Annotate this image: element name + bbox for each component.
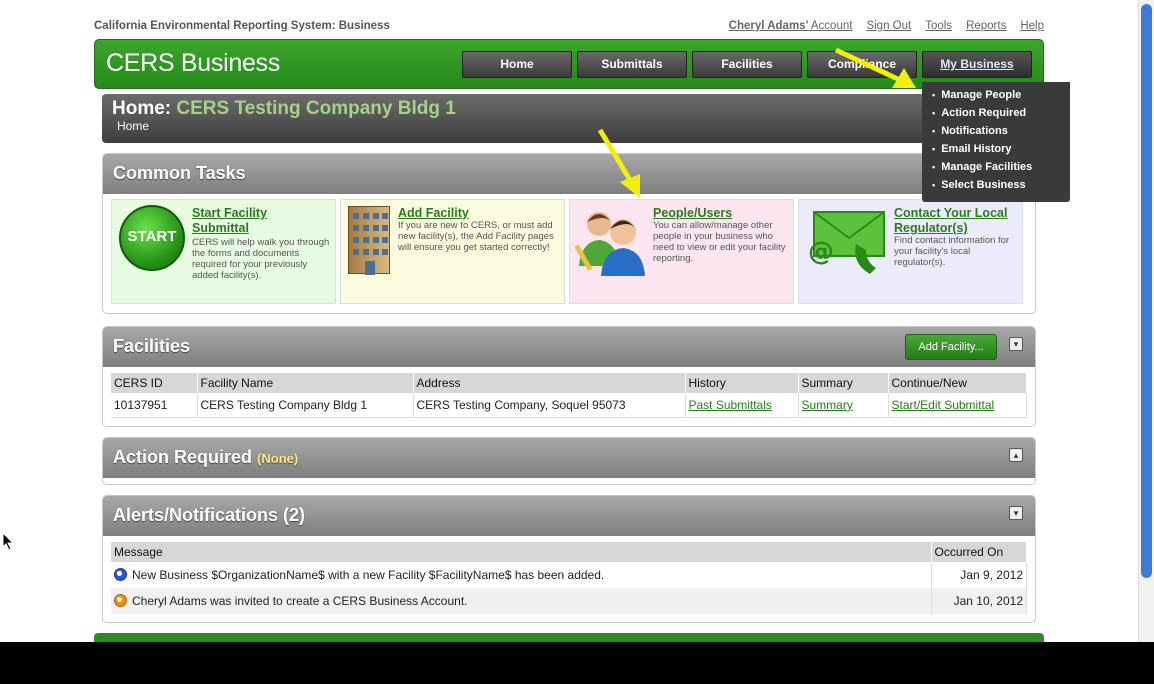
col-message[interactable]: Message	[111, 542, 932, 562]
brand-logo: CERS Business	[106, 49, 280, 77]
alerts-panel: Alerts/Notifications (2) ▾ Message Occur…	[102, 495, 1036, 623]
building-icon	[348, 206, 390, 275]
nav-my-business[interactable]: My Business	[922, 51, 1032, 78]
account-link[interactable]: Cheryl Adams' Account	[729, 20, 853, 32]
page-title: Home: CERS Testing Company Bldg 1	[112, 98, 456, 119]
annotation-arrow-icon	[597, 128, 640, 198]
facilities-panel: Facilities Add Facility... ▾ CERS ID Fac…	[102, 326, 1036, 427]
alert-date: Jan 10, 2012	[931, 588, 1027, 614]
action-required-header: Action Required (None) ▴	[103, 438, 1035, 478]
table-row: 10137951 CERS Testing Company Bldg 1 CER…	[111, 393, 1027, 417]
envelope-phone-icon: @	[808, 211, 885, 274]
tools-link[interactable]: Tools	[925, 20, 952, 32]
nav-facilities[interactable]: Facilities	[692, 51, 802, 78]
menu-item-email-history[interactable]: Email History	[932, 140, 1070, 158]
task-card-people-users[interactable]: People/Users You can allow/manage other …	[569, 199, 794, 304]
summary-link[interactable]: Summary	[802, 398, 853, 412]
task-desc: CERS will help walk you through the form…	[192, 237, 330, 281]
col-facility-name[interactable]: Facility Name	[197, 373, 414, 393]
svg-text:@: @	[808, 237, 834, 267]
table-header-row: CERS ID Facility Name Address History Su…	[111, 373, 1027, 393]
menu-item-manage-facilities[interactable]: Manage Facilities	[932, 158, 1070, 176]
alerts-table: Message Occurred On New Business $Organi…	[111, 542, 1027, 614]
col-history: History	[685, 373, 799, 393]
facilities-table: CERS ID Facility Name Address History Su…	[111, 373, 1027, 418]
warning-dot-icon	[114, 594, 127, 607]
table-header-row: Message Occurred On	[111, 542, 1027, 562]
start-badge-label: START	[127, 228, 177, 245]
menu-item-select-business[interactable]: Select Business	[932, 176, 1070, 194]
col-cers-id[interactable]: CERS ID	[111, 373, 198, 393]
task-card-start-submittal[interactable]: START Start Facility Submittal CERS will…	[111, 199, 336, 304]
nav-home[interactable]: Home	[462, 51, 572, 78]
task-title[interactable]: Contact Your Local Regulator(s)	[894, 206, 1019, 236]
table-row: New Business $OrganizationName$ with a n…	[111, 562, 1027, 588]
past-submittals-link[interactable]: Past Submittals	[689, 398, 772, 412]
table-row: Cheryl Adams was invited to create a CER…	[111, 588, 1027, 614]
action-required-panel: Action Required (None) ▴	[102, 437, 1036, 485]
menu-item-action-required[interactable]: Action Required	[932, 104, 1070, 122]
sign-out-link[interactable]: Sign Out	[866, 20, 911, 32]
reports-link[interactable]: Reports	[966, 20, 1006, 32]
alert-message: Cheryl Adams was invited to create a CER…	[132, 594, 468, 608]
col-continue-new: Continue/New	[888, 373, 1027, 393]
cell-address: CERS Testing Company, Soquel 95073	[413, 393, 686, 417]
nav-submittals[interactable]: Submittals	[577, 51, 687, 78]
expand-toggle-icon[interactable]: ▴	[1009, 448, 1023, 462]
common-tasks-header: Common Tasks	[103, 154, 1035, 194]
info-dot-icon	[114, 568, 127, 581]
task-desc: You can allow/manage other people in you…	[653, 220, 786, 264]
building-windows-icon	[353, 213, 388, 275]
collapse-toggle-icon[interactable]: ▾	[1009, 506, 1023, 520]
collapse-toggle-icon[interactable]: ▾	[1009, 337, 1023, 351]
col-address[interactable]: Address	[413, 373, 686, 393]
common-tasks-panel: Common Tasks START Start Facility Submit…	[102, 153, 1036, 314]
task-title[interactable]: Start Facility Submittal	[192, 206, 312, 236]
cell-facility-name: CERS Testing Company Bldg 1	[197, 393, 414, 417]
task-card-contact-regulators[interactable]: @ Contact Your Local Regulator(s) Find c…	[798, 199, 1023, 304]
task-title[interactable]: People/Users	[653, 206, 783, 221]
facilities-header: Facilities Add Facility... ▾	[103, 327, 1035, 367]
breadcrumb[interactable]: Home	[117, 119, 149, 133]
top-links: Cheryl Adams' Account Sign Out Tools Rep…	[729, 20, 1044, 32]
menu-item-notifications[interactable]: Notifications	[932, 122, 1070, 140]
vertical-scrollbar[interactable]	[1138, 0, 1154, 642]
alerts-title: Alerts/Notifications (2)	[113, 505, 306, 525]
menu-item-manage-people[interactable]: Manage People	[932, 86, 1070, 104]
common-tasks-title: Common Tasks	[113, 163, 246, 183]
system-name: California Environmental Reporting Syste…	[94, 20, 390, 32]
alert-date: Jan 9, 2012	[931, 562, 1027, 588]
task-title[interactable]: Add Facility	[398, 206, 548, 221]
cell-cers-id: 10137951	[111, 393, 198, 417]
page-title-bar: Home: CERS Testing Company Bldg 1 Home	[102, 94, 1036, 143]
my-business-dropdown: Manage People Action Required Notificati…	[922, 82, 1070, 202]
task-card-add-facility[interactable]: Add Facility If you are new to CERS, or …	[340, 199, 565, 304]
alerts-header: Alerts/Notifications (2) ▾	[103, 496, 1035, 536]
alert-message: New Business $OrganizationName$ with a n…	[132, 568, 605, 582]
help-link[interactable]: Help	[1020, 20, 1044, 32]
task-desc: Find contact information for your facili…	[894, 235, 1010, 268]
screen-bottom-bar	[0, 642, 1154, 684]
start-edit-submittal-link[interactable]: Start/Edit Submittal	[892, 398, 995, 412]
facilities-title: Facilities	[113, 336, 191, 356]
task-desc: If you are new to CERS, or must add new …	[398, 220, 554, 253]
add-facility-button[interactable]: Add Facility...	[905, 334, 997, 360]
scrollbar-thumb[interactable]	[1141, 4, 1152, 578]
mouse-cursor-icon	[2, 532, 15, 551]
col-occurred-on[interactable]: Occurred On	[931, 542, 1027, 562]
annotation-arrow-icon	[834, 47, 916, 88]
action-required-title: Action Required (None)	[113, 447, 299, 467]
col-summary: Summary	[798, 373, 889, 393]
people-icon	[575, 212, 645, 276]
